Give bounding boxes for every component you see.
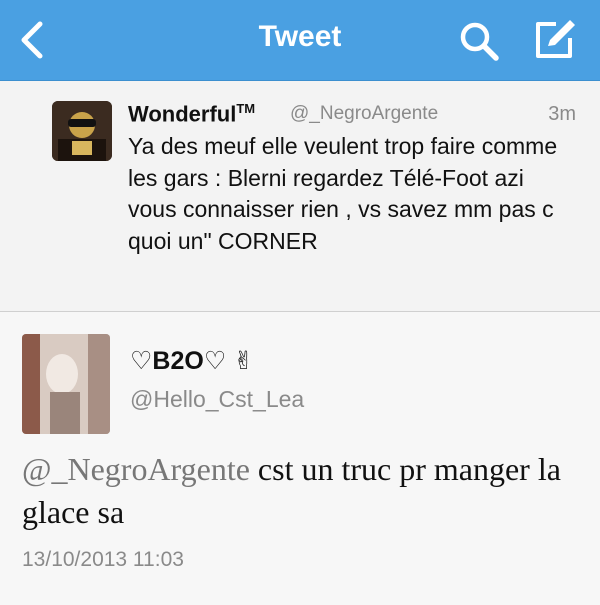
author-name[interactable]: WonderfulTM [128, 101, 255, 127]
trademark-suffix: TM [236, 101, 256, 116]
tweet-text: Ya des meuf elle veulent trop faire comm… [128, 133, 558, 254]
parent-tweet[interactable]: WonderfulTM @_NegroArgente 3m Ya des meu… [0, 81, 600, 312]
tweet-text: @_NegroArgente cst un truc pr manger la … [22, 448, 582, 534]
page-title: Tweet [258, 20, 342, 53]
author-display-name: Wonderful [128, 101, 237, 127]
tweet-date: 13/10/2013 11:03 [22, 548, 184, 571]
focused-tweet: ♡B2O♡ ✌ @Hello_Cst_Lea @_NegroArgente cs… [0, 312, 600, 605]
search-button[interactable] [458, 20, 500, 62]
search-icon [460, 22, 499, 61]
avatar[interactable] [22, 334, 110, 434]
author-handle[interactable]: @Hello_Cst_Lea [130, 386, 304, 413]
avatar-image [52, 101, 112, 161]
compose-icon [536, 20, 575, 58]
avatar[interactable] [52, 101, 112, 161]
top-navigation-bar: Tweet [0, 0, 600, 81]
mention-link[interactable]: @_NegroArgente [22, 451, 250, 487]
avatar-image [22, 334, 110, 434]
tweet-timestamp: 3m [548, 103, 576, 125]
compose-button[interactable] [530, 16, 578, 64]
author-handle[interactable]: @_NegroArgente [290, 103, 438, 125]
author-display-name[interactable]: ♡B2O♡ ✌ [130, 346, 254, 376]
